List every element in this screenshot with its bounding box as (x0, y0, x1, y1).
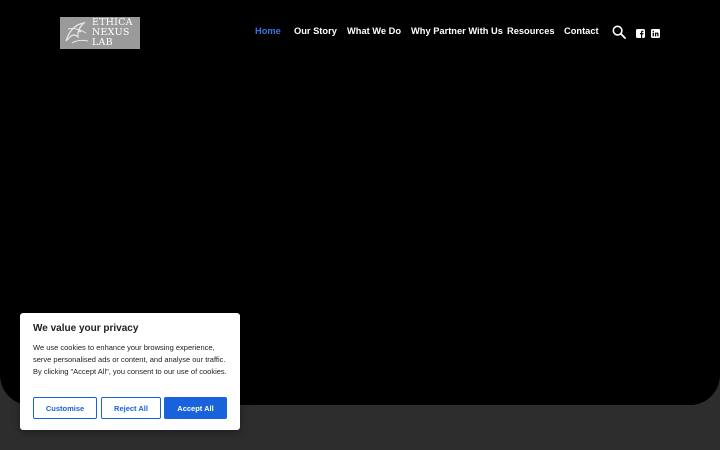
logo-wordmark: ETHICA NEXUS LAB (92, 18, 133, 47)
nav-why-partner-with-us[interactable]: Why Partner With Us (411, 26, 503, 40)
site-logo[interactable]: ETHICA NEXUS LAB (60, 17, 140, 49)
accept-all-button[interactable]: Accept All (164, 397, 227, 419)
nav-home[interactable]: Home (255, 26, 281, 40)
logo-line-3: LAB (92, 36, 113, 48)
nav-contact[interactable]: Contact (564, 26, 599, 40)
facebook-icon[interactable] (636, 29, 645, 38)
nav-what-we-do[interactable]: What We Do (347, 26, 401, 40)
nav-our-story[interactable]: Our Story (294, 26, 337, 40)
linkedin-icon[interactable] (651, 29, 660, 38)
cookie-consent-banner: We value your privacy We use cookies to … (20, 313, 240, 430)
customise-button[interactable]: Customise (33, 397, 97, 419)
cookie-description: We use cookies to enhance your browsing … (33, 343, 227, 376)
search-icon[interactable] (612, 25, 626, 39)
reject-all-button[interactable]: Reject All (101, 397, 161, 419)
nav-resources[interactable]: Resources (507, 26, 555, 40)
cookie-title: We value your privacy (33, 323, 139, 334)
logo-emblem-icon (65, 22, 89, 44)
